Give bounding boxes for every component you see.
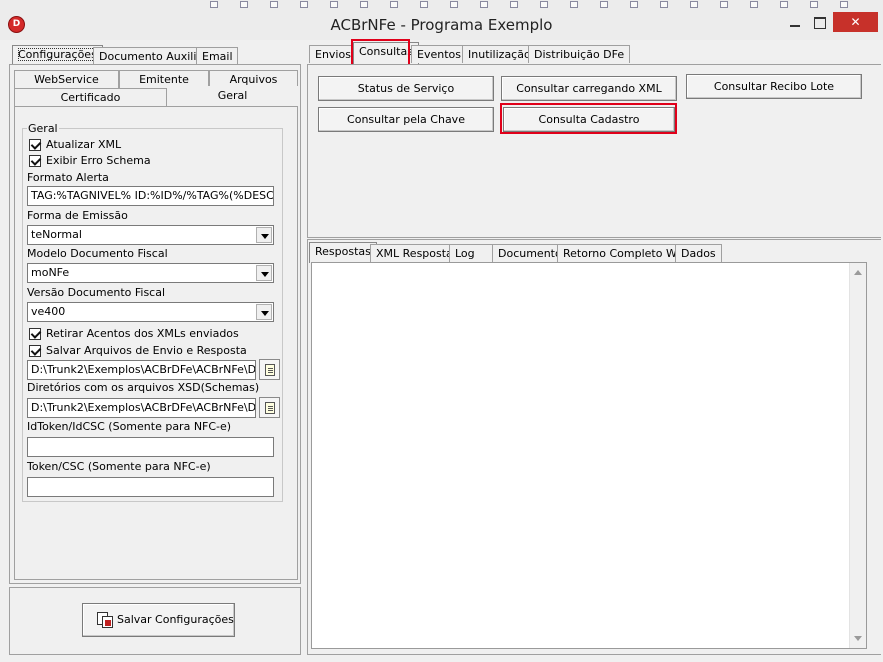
app-window: D ACBrNFe - Programa Exemplo ✕ Configura… <box>0 0 883 662</box>
consultar-carregando-xml-button[interactable]: Consultar carregando XML <box>501 76 677 101</box>
tab-webservice[interactable]: WebService <box>14 70 119 88</box>
tab-email[interactable]: Email <box>196 47 238 65</box>
tab-configuracoes[interactable]: Configurações <box>12 45 103 65</box>
maximize-button[interactable] <box>808 12 832 32</box>
formato-alerta-label: Formato Alerta <box>27 171 109 184</box>
salvar-configuracoes-label: Salvar Configurações <box>117 613 234 626</box>
respostas-memo[interactable] <box>311 262 867 649</box>
tab-respostas[interactable]: Respostas <box>309 242 377 263</box>
modelo-documento-label: Modelo Documento Fiscal <box>27 247 168 260</box>
chevron-down-icon[interactable] <box>256 265 272 281</box>
exibir-erro-schema-label: Exibir Erro Schema <box>46 154 151 167</box>
tab-inutilizacao[interactable]: Inutilização <box>462 45 537 63</box>
salvar-configuracoes-button[interactable]: Salvar Configurações <box>82 603 235 637</box>
tab-configuracoes-label: Configurações <box>18 48 97 61</box>
token-label: Token/CSC (Somente para NFC-e) <box>27 460 211 473</box>
formato-alerta-field[interactable]: TAG:%TAGNIVEL% ID:%ID%/%TAG%(%DESCRI <box>27 186 274 206</box>
versao-documento-value: ve400 <box>31 305 66 318</box>
close-button[interactable]: ✕ <box>833 12 878 32</box>
folder-icon <box>265 402 275 414</box>
folder-icon <box>265 364 275 376</box>
tab-dados[interactable]: Dados <box>675 244 722 262</box>
title-bar: D ACBrNFe - Programa Exemplo ✕ <box>0 0 883 40</box>
modelo-documento-value: moNFe <box>31 266 70 279</box>
salvar-arquivos-label: Salvar Arquivos de Envio e Resposta <box>46 344 247 357</box>
consulta-cadastro-button[interactable]: Consulta Cadastro <box>503 107 675 132</box>
token-field[interactable] <box>27 477 274 497</box>
idtoken-label: IdToken/IdCSC (Somente para NFC-e) <box>27 420 232 433</box>
path-schemas-field[interactable]: D:\Trunk2\Exemplos\ACBrDFe\ACBrNFe\Delph <box>27 398 256 418</box>
vertical-scrollbar[interactable] <box>849 263 866 648</box>
path-arquivos-field[interactable]: D:\Trunk2\Exemplos\ACBrDFe\ACBrNFe\Delph <box>27 360 256 380</box>
forma-emissao-select[interactable]: teNormal <box>27 225 274 245</box>
scroll-up-icon[interactable] <box>854 270 862 275</box>
modelo-documento-select[interactable]: moNFe <box>27 263 274 283</box>
tab-xml-resposta[interactable]: XML Resposta <box>370 244 459 262</box>
status-servico-button[interactable]: Status de Serviço <box>318 76 494 101</box>
tab-distribuicao-dfe[interactable]: Distribuição DFe <box>528 45 631 63</box>
versao-documento-label: Versão Documento Fiscal <box>27 286 166 299</box>
close-icon: ✕ <box>850 15 861 29</box>
tab-certificado[interactable]: Certificado <box>14 88 167 106</box>
window-title: ACBrNFe - Programa Exemplo <box>330 16 553 34</box>
consultar-recibo-lote-button[interactable]: Consultar Recibo Lote <box>686 74 862 99</box>
forma-emissao-value: teNormal <box>31 228 82 241</box>
scroll-down-icon[interactable] <box>854 636 862 641</box>
tab-envios[interactable]: Envios <box>309 45 357 63</box>
idtoken-field[interactable] <box>27 437 274 457</box>
chevron-down-icon[interactable] <box>256 227 272 243</box>
tab-retorno-completo-ws[interactable]: Retorno Completo WS <box>557 244 690 262</box>
versao-documento-select[interactable]: ve400 <box>27 302 274 322</box>
atualizar-xml-label: Atualizar XML <box>46 138 122 151</box>
tab-eventos[interactable]: Eventos <box>411 45 467 63</box>
retirar-acentos-label: Retirar Acentos dos XMLs enviados <box>46 327 239 340</box>
schemas-label: Diretórios com os arquivos XSD(Schemas) <box>27 381 260 394</box>
save-icon <box>97 612 113 628</box>
forma-emissao-label: Forma de Emissão <box>27 209 128 222</box>
chevron-down-icon[interactable] <box>256 304 272 320</box>
tab-log[interactable]: Log <box>449 244 493 262</box>
browse-arquivos-button[interactable] <box>259 359 280 380</box>
geral-group-label: Geral <box>27 122 59 135</box>
browse-schemas-button[interactable] <box>259 397 280 418</box>
tab-geral[interactable]: Geral <box>167 86 298 106</box>
tab-consultas[interactable]: Consultas <box>353 42 419 64</box>
taskbar-strip <box>200 0 883 9</box>
minimize-button[interactable] <box>782 12 808 32</box>
consultar-pela-chave-button[interactable]: Consultar pela Chave <box>318 107 494 132</box>
